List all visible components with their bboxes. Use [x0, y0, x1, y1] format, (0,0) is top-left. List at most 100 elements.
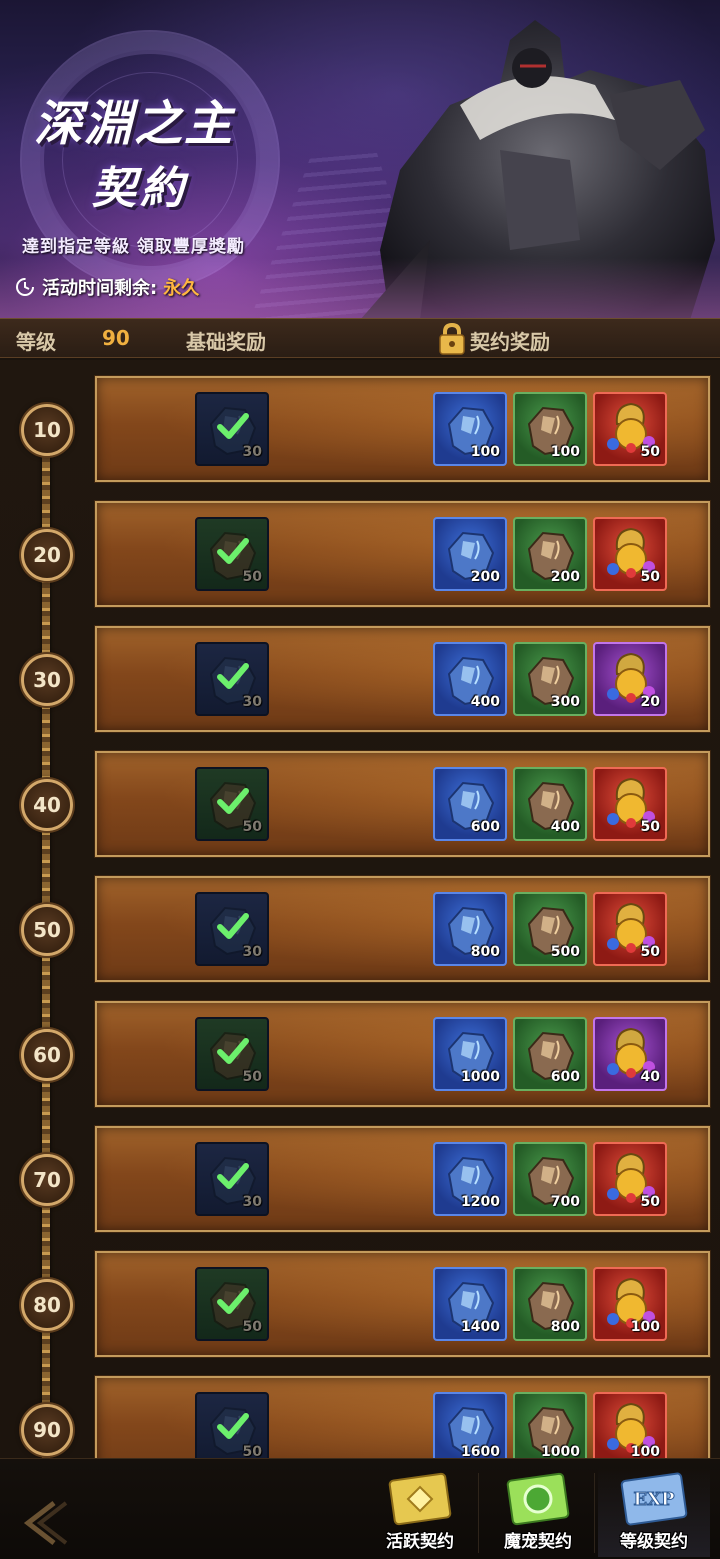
item-quantity: 40 [640, 1069, 660, 1085]
contract-reward-item[interactable]: 100 [593, 1392, 667, 1458]
item-quantity: 1000 [461, 1069, 500, 1085]
contract-reward-item[interactable]: 600 [513, 1017, 587, 1091]
contract-reward-item[interactable]: 800 [433, 892, 507, 966]
green-scroll-icon [506, 1472, 570, 1526]
item-quantity: 50 [242, 1444, 262, 1458]
item-quantity: 20 [640, 694, 660, 710]
item-quantity: 100 [630, 1444, 660, 1458]
claimed-check-icon [217, 1038, 249, 1064]
contract-reward-label: 契约奖励 [470, 330, 550, 354]
contract-reward-item[interactable]: 200 [433, 517, 507, 591]
reward-row: 30 400 300 20 [95, 626, 710, 732]
tab-pet-contract[interactable]: 魔宠契约 [482, 1467, 594, 1557]
tab-label: 等级契约 [620, 1532, 688, 1552]
level-badge: 30 [21, 654, 73, 706]
level-badge: 40 [21, 779, 73, 831]
contract-reward-item[interactable]: 100 [593, 1267, 667, 1341]
contract-reward-item[interactable]: 100 [433, 392, 507, 466]
claimed-check-icon [217, 663, 249, 689]
basic-reward-item[interactable]: 30 [195, 892, 269, 966]
tab-divider [478, 1473, 479, 1553]
tab-divider [594, 1473, 595, 1553]
tab-level-contract[interactable]: EXP 等级契约 [598, 1467, 710, 1557]
item-quantity: 30 [242, 1194, 262, 1210]
item-quantity: 50 [640, 569, 660, 585]
reward-row: 50 1600 1000 100 [95, 1376, 710, 1458]
back-arrow-icon[interactable] [18, 1495, 78, 1551]
basic-reward-item[interactable]: 50 [195, 1392, 269, 1458]
item-quantity: 30 [242, 694, 262, 710]
contract-reward-item[interactable]: 100 [513, 392, 587, 466]
basic-reward-item[interactable]: 50 [195, 767, 269, 841]
contract-reward-item[interactable]: 600 [433, 767, 507, 841]
reward-row: 50 200 200 50 [95, 501, 710, 607]
item-quantity: 50 [242, 1319, 262, 1335]
item-quantity: 1200 [461, 1194, 500, 1210]
contract-reward-item[interactable]: 1600 [433, 1392, 507, 1458]
claimed-check-icon [217, 413, 249, 439]
reward-row: 50 600 400 50 [95, 751, 710, 857]
contract-reward-item[interactable]: 40 [593, 1017, 667, 1091]
contract-reward-item[interactable]: 50 [593, 517, 667, 591]
contract-reward-item[interactable]: 300 [513, 642, 587, 716]
item-quantity: 700 [550, 1194, 580, 1210]
item-quantity: 50 [640, 819, 660, 835]
level-badge: 70 [21, 1154, 73, 1206]
tab-label: 魔宠契约 [504, 1532, 572, 1552]
svg-text:EXP: EXP [633, 1489, 675, 1510]
item-quantity: 50 [640, 444, 660, 460]
timer-label: 活动时间剩余: [42, 278, 158, 299]
tab-active-contract[interactable]: 活跃契约 [364, 1467, 476, 1557]
event-tagline: 達到指定等級 領取豐厚獎勵 [22, 237, 245, 257]
gold-lock-icon [439, 322, 465, 355]
item-quantity: 50 [242, 1069, 262, 1085]
contract-reward-item[interactable]: 1000 [433, 1017, 507, 1091]
claimed-check-icon [217, 913, 249, 939]
contract-reward-item[interactable]: 20 [593, 642, 667, 716]
contract-reward-item[interactable]: 50 [593, 767, 667, 841]
contract-reward-item[interactable]: 200 [513, 517, 587, 591]
contract-reward-item[interactable]: 50 [593, 392, 667, 466]
basic-reward-item[interactable]: 50 [195, 1017, 269, 1091]
contract-reward-item[interactable]: 50 [593, 1142, 667, 1216]
item-quantity: 100 [470, 444, 500, 460]
contract-reward-item[interactable]: 400 [513, 767, 587, 841]
contract-reward-item[interactable]: 700 [513, 1142, 587, 1216]
reward-row: 30 800 500 50 [95, 876, 710, 982]
basic-reward-item[interactable]: 30 [195, 1142, 269, 1216]
basic-reward-label: 基础奖励 [186, 330, 266, 354]
clock-icon [16, 278, 34, 296]
item-quantity: 400 [470, 694, 500, 710]
contract-reward-item[interactable]: 400 [433, 642, 507, 716]
item-quantity: 600 [550, 1069, 580, 1085]
item-quantity: 800 [550, 1319, 580, 1335]
basic-reward-item[interactable]: 30 [195, 642, 269, 716]
reward-column-header: 等级 90 基础奖励 契约奖励 [0, 318, 720, 358]
item-quantity: 600 [470, 819, 500, 835]
event-banner: 深淵之主 契約 達到指定等級 領取豐厚獎勵 活动时间剩余: 永久 [0, 0, 720, 318]
contract-reward-item[interactable]: 1000 [513, 1392, 587, 1458]
event-timer: 活动时间剩余: 永久 [14, 274, 199, 300]
basic-reward-item[interactable]: 30 [195, 392, 269, 466]
item-quantity: 1400 [461, 1319, 500, 1335]
claimed-check-icon [217, 1163, 249, 1189]
item-quantity: 100 [550, 444, 580, 460]
item-quantity: 300 [550, 694, 580, 710]
reward-row: 50 1000 600 40 [95, 1001, 710, 1107]
item-quantity: 800 [470, 944, 500, 960]
item-quantity: 1600 [461, 1444, 500, 1458]
basic-reward-item[interactable]: 50 [195, 1267, 269, 1341]
contract-reward-item[interactable]: 50 [593, 892, 667, 966]
basic-reward-item[interactable]: 50 [195, 517, 269, 591]
claimed-check-icon [217, 1413, 249, 1439]
reward-row: 30 1200 700 50 [95, 1126, 710, 1232]
level-badge: 10 [21, 404, 73, 456]
item-quantity: 100 [630, 1319, 660, 1335]
contract-reward-item[interactable]: 500 [513, 892, 587, 966]
exp-scroll-icon: EXP [620, 1472, 688, 1526]
contract-reward-item[interactable]: 1200 [433, 1142, 507, 1216]
reward-list[interactable]: 10 30 100 100 50 20 50 200 200 50 30 30 400 300 20 40 50… [0, 360, 720, 1458]
current-level-value: 90 [102, 326, 130, 350]
contract-reward-item[interactable]: 1400 [433, 1267, 507, 1341]
contract-reward-item[interactable]: 800 [513, 1267, 587, 1341]
